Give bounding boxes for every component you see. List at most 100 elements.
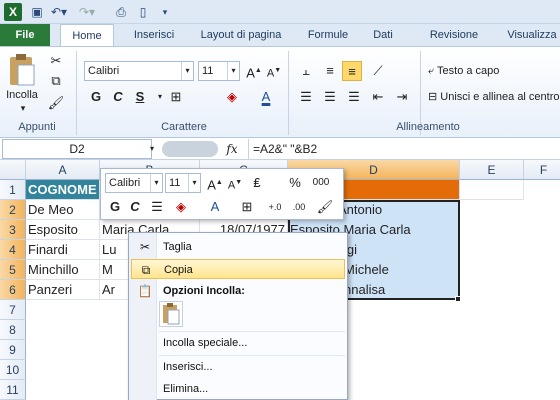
align-center-icon[interactable]: ☰ xyxy=(320,87,340,107)
percent-button[interactable]: % xyxy=(285,173,305,193)
font-size-select[interactable]: 11 ▾ xyxy=(198,61,240,81)
format-painter-icon[interactable]: 🖌 xyxy=(315,197,335,217)
paste-dropdown-icon[interactable]: ▾ xyxy=(3,103,43,114)
cell-a3[interactable]: Esposito xyxy=(26,220,100,240)
select-all-corner[interactable] xyxy=(0,160,26,180)
row-header[interactable]: 8 xyxy=(0,320,26,340)
increase-decimal-icon[interactable]: +.0 xyxy=(265,197,285,217)
font-name-select[interactable]: Calibri ▾ xyxy=(84,61,194,81)
row-header[interactable]: 6 xyxy=(0,280,26,300)
tab-formulas[interactable]: Formule xyxy=(300,24,356,46)
paste-icon[interactable] xyxy=(4,53,40,87)
thousands-separator-button[interactable]: 000 xyxy=(307,173,335,193)
align-bottom-icon[interactable]: ≡ xyxy=(342,61,362,81)
decrease-font-icon[interactable]: A▼ xyxy=(225,173,245,193)
wrap-text-label: Testo a capo xyxy=(437,65,500,77)
decrease-decimal-icon[interactable]: .00 xyxy=(289,197,309,217)
tab-insert[interactable]: Inserisci xyxy=(124,24,184,46)
menu-item-delete[interactable]: Elimina... xyxy=(131,379,345,399)
name-box[interactable]: D2 xyxy=(2,139,152,159)
cell-e1[interactable] xyxy=(460,180,524,200)
save-icon[interactable]: ▣ xyxy=(28,3,46,21)
row-header[interactable]: 5 xyxy=(0,260,26,280)
insert-function-icon[interactable]: fx xyxy=(222,139,242,159)
chevron-down-icon: ▾ xyxy=(150,174,162,192)
ribbon-tabs: File Home Inserisci Layout di pagina For… xyxy=(0,24,560,47)
mini-font-select[interactable]: Calibri ▾ xyxy=(105,173,163,193)
alignment-group-label: Allineamento xyxy=(396,121,460,133)
redo-icon[interactable]: ↷▾ xyxy=(76,3,98,21)
cell-a1[interactable]: COGNOME xyxy=(26,180,100,200)
italic-button[interactable]: C xyxy=(108,87,128,107)
menu-item-copy[interactable]: ⧉ Copia xyxy=(131,259,345,279)
cell-a2[interactable]: De Meo xyxy=(26,200,100,220)
tab-page-layout[interactable]: Layout di pagina xyxy=(190,24,292,46)
mini-size-select[interactable]: 11 ▾ xyxy=(165,173,201,193)
paste-button-icon[interactable] xyxy=(159,301,183,327)
merge-center-button[interactable]: ⊟ Unisci e allinea al centro xyxy=(428,87,560,107)
cell-a4[interactable]: Finardi xyxy=(26,240,100,260)
row-header[interactable]: 2 xyxy=(0,200,26,220)
tab-data[interactable]: Dati xyxy=(362,24,404,46)
align-right-icon[interactable]: ☰ xyxy=(344,87,364,107)
row-header[interactable]: 1 xyxy=(0,180,26,200)
bold-button[interactable]: G xyxy=(86,87,106,107)
row-header[interactable]: 9 xyxy=(0,340,26,360)
decrease-font-icon[interactable]: A▼ xyxy=(264,61,284,81)
row-header[interactable]: 10 xyxy=(0,360,26,380)
font-color-icon[interactable]: A xyxy=(205,197,225,217)
fill-color-icon[interactable]: ◈ xyxy=(222,87,242,107)
increase-font-icon[interactable]: A▲ xyxy=(205,173,225,193)
align-middle-icon[interactable]: ≡ xyxy=(320,61,340,81)
customize-icon[interactable]: ▾ xyxy=(158,3,172,21)
undo-icon[interactable]: ↶▾ xyxy=(48,3,70,21)
wrap-text-button[interactable]: ⤶ Testo a capo xyxy=(428,61,499,81)
orientation-icon[interactable]: ⟋ xyxy=(368,61,388,81)
context-menu: ✂ Taglia ⧉ Copia 📋 Opzioni Incolla: Incolla… xyxy=(128,232,348,400)
decrease-indent-icon[interactable]: ⇤ xyxy=(368,87,388,107)
tab-file[interactable]: File xyxy=(0,24,50,46)
menu-item-cut[interactable]: ✂ Taglia xyxy=(131,237,345,257)
row-header[interactable]: 11 xyxy=(0,380,26,400)
merge-center-icon: ⊟ xyxy=(428,91,441,103)
align-top-icon[interactable]: ⫠ xyxy=(296,61,316,81)
tab-review[interactable]: Revisione xyxy=(420,24,488,46)
formula-input[interactable]: =A2&" "&B2 xyxy=(248,139,560,159)
borders-icon[interactable]: ⊞ xyxy=(166,87,186,107)
excel-window: X ▣ ↶▾ ↷▾ ⎙ ▯ ▾ File Home Inserisci Layo… xyxy=(0,0,560,400)
formula-bar-splitter[interactable] xyxy=(162,141,218,157)
row-header[interactable]: 4 xyxy=(0,240,26,260)
paste-label[interactable]: Incolla xyxy=(2,89,42,101)
fill-handle[interactable] xyxy=(455,296,461,302)
mini-italic-button[interactable]: C xyxy=(125,197,145,217)
font-color-icon[interactable]: A xyxy=(256,87,276,107)
column-header-f[interactable]: F xyxy=(524,160,560,180)
increase-font-icon[interactable]: A▲ xyxy=(244,61,264,81)
new-icon[interactable]: ▯ xyxy=(134,3,152,21)
cell-a6[interactable]: Panzeri xyxy=(26,280,100,300)
underline-button[interactable]: S xyxy=(130,87,150,107)
name-box-dropdown-icon[interactable]: ▾ xyxy=(146,139,158,159)
print-preview-icon[interactable]: ⎙ xyxy=(112,3,130,21)
align-left-icon[interactable]: ☰ xyxy=(296,87,316,107)
increase-indent-icon[interactable]: ⇥ xyxy=(392,87,412,107)
row-header[interactable]: 7 xyxy=(0,300,26,320)
borders-icon[interactable]: ⊞ xyxy=(237,197,257,217)
cell-a5[interactable]: Minchillo xyxy=(26,260,100,280)
tab-view[interactable]: Visualizza xyxy=(500,24,560,46)
row-header[interactable]: 3 xyxy=(0,220,26,240)
column-header-a[interactable]: A xyxy=(26,160,100,180)
column-header-e[interactable]: E xyxy=(460,160,524,180)
cut-icon[interactable]: ✂ xyxy=(46,51,66,71)
menu-item-paste-special[interactable]: Incolla speciale... xyxy=(131,333,345,353)
menu-item-insert[interactable]: Inserisci... xyxy=(131,357,345,377)
mini-toolbar: Calibri ▾ 11 ▾ A▲ A▼ ₤ % 000 G C ☰ ◈ A ⊞ +… xyxy=(100,168,344,220)
scissors-icon: ✂ xyxy=(139,240,151,254)
align-center-icon[interactable]: ☰ xyxy=(147,197,167,217)
copy-icon[interactable]: ⧉ xyxy=(46,71,66,91)
mini-bold-button[interactable]: G xyxy=(105,197,125,217)
tab-home[interactable]: Home xyxy=(60,24,114,47)
accounting-format-icon[interactable]: ₤ xyxy=(247,173,267,193)
format-painter-icon[interactable]: 🖌 xyxy=(46,93,66,113)
fill-color-icon[interactable]: ◈ xyxy=(171,197,191,217)
